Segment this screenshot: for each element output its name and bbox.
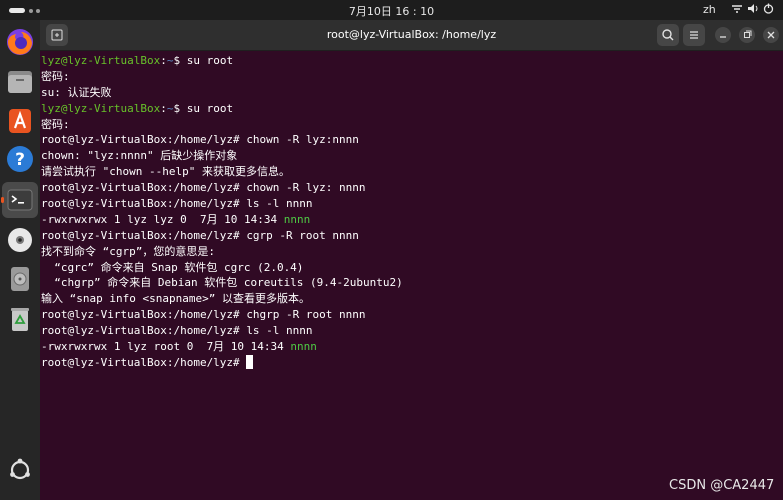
dock: ? — [0, 20, 40, 500]
volume-icon[interactable] — [747, 3, 759, 17]
terminal-line: root@lyz-VirtualBox:/home/lyz# — [41, 354, 403, 371]
command-text: chown -R lyz: nnnn — [246, 181, 366, 195]
terminal-line: 请尝试执行 "chown --help" 来获取更多信息。 — [41, 165, 290, 179]
ls-output: -rwxrwxrwx 1 lyz lyz 0 7月 10 14:34 — [41, 212, 284, 226]
clock[interactable]: 7月10日 16 : 10 — [0, 3, 783, 19]
show-apps-icon[interactable] — [4, 454, 36, 486]
restore-icon — [744, 30, 752, 38]
watermark: CSDN @CA2447 — [669, 478, 775, 493]
trash-icon[interactable] — [4, 303, 36, 335]
terminal-line: “cgrc” 命令来自 Snap 软件包 cgrc (2.0.4) — [41, 260, 304, 274]
input-method-indicator[interactable]: zh — [703, 3, 716, 16]
command-text: ls -l nnnn — [246, 324, 313, 338]
terminal-line: root@lyz-VirtualBox:/home/lyz# chown -R … — [41, 132, 403, 148]
command-text: $ su root — [173, 54, 234, 67]
firefox-icon[interactable] — [4, 26, 36, 58]
terminal-line: lyz@lyz-VirtualBox:~$ su root — [41, 101, 234, 115]
terminal-icon[interactable] — [4, 184, 36, 216]
terminal-line: -rwxrwxrwx 1 lyz lyz 0 7月 10 14:34 nnnn — [41, 212, 403, 228]
command-text: chown -R lyz:nnnn — [246, 133, 359, 147]
command-text: ls -l nnnn — [246, 197, 313, 211]
terminal-line: 密码: — [41, 117, 70, 131]
hamburger-icon — [690, 31, 698, 39]
user-host: lyz@lyz-VirtualBox — [41, 54, 161, 67]
minimize-button[interactable] — [715, 27, 731, 43]
text-cursor — [246, 354, 254, 369]
terminal-line: root@lyz-VirtualBox:/home/lyz# chown -R … — [41, 180, 403, 196]
terminal-line: chown: "lyz:nnnn" 后缺少操作对象 — [41, 149, 238, 163]
root-prompt: root@lyz-VirtualBox:/home/lyz# — [41, 181, 247, 195]
svg-text:?: ? — [15, 150, 25, 170]
terminal-window: root@lyz-VirtualBox: /home/lyz lyz@lyz-V… — [40, 20, 783, 500]
terminal-line: root@lyz-VirtualBox:/home/lyz# cgrp -R r… — [41, 228, 403, 244]
command-text: $ su root — [173, 101, 234, 115]
terminal-line: lyz@lyz-VirtualBox:~$ su root — [41, 54, 234, 67]
network-icon[interactable] — [731, 3, 743, 17]
root-prompt: root@lyz-VirtualBox:/home/lyz# — [41, 324, 247, 338]
root-prompt: root@lyz-VirtualBox:/home/lyz# — [41, 228, 247, 242]
search-icon — [662, 29, 674, 41]
user-host: lyz@lyz-VirtualBox — [41, 101, 161, 115]
terminal-line: “chgrp” 命令来自 Debian 软件包 coreutils (9.4-2… — [41, 276, 403, 290]
close-icon — [767, 31, 775, 39]
disc-icon[interactable] — [4, 224, 36, 256]
root-prompt: root@lyz-VirtualBox:/home/lyz# — [41, 197, 247, 211]
file-name: nnnn — [283, 212, 311, 226]
terminal-line: root@lyz-VirtualBox:/home/lyz# ls -l nnn… — [41, 196, 403, 212]
drive-icon[interactable] — [4, 263, 36, 295]
search-button[interactable] — [657, 24, 679, 46]
terminal-line: root@lyz-VirtualBox:/home/lyz# chgrp -R … — [41, 307, 403, 323]
power-icon[interactable] — [763, 3, 774, 17]
help-icon[interactable]: ? — [4, 143, 36, 175]
root-prompt: root@lyz-VirtualBox:/home/lyz# — [41, 133, 247, 147]
command-text: cgrp -R root nnnn — [246, 228, 359, 242]
terminal-line: 输入 “snap info <snapname>” 以查看更多版本。 — [41, 292, 310, 306]
terminal-line: 密码: — [41, 69, 70, 83]
terminal-line: -rwxrwxrwx 1 lyz root 0 7月 10 14:34 nnnn — [41, 339, 403, 355]
top-bar: 7月10日 16 : 10 zh — [0, 0, 783, 20]
terminal-line: 找不到命令 “cgrp”，您的意思是: — [41, 244, 215, 258]
header-bar[interactable]: root@lyz-VirtualBox: /home/lyz — [40, 20, 783, 51]
root-prompt: root@lyz-VirtualBox:/home/lyz# — [41, 308, 247, 322]
close-button[interactable] — [763, 27, 779, 43]
files-icon[interactable] — [4, 65, 36, 97]
root-prompt: root@lyz-VirtualBox:/home/lyz# — [41, 355, 247, 369]
command-text: chgrp -R root nnnn — [246, 308, 366, 322]
minimize-icon — [720, 36, 726, 38]
terminal-line: su: 认证失败 — [41, 85, 112, 99]
maximize-button[interactable] — [739, 27, 755, 43]
menu-button[interactable] — [683, 24, 705, 46]
app-center-icon[interactable] — [4, 104, 36, 136]
ls-output: -rwxrwxrwx 1 lyz root 0 7月 10 14:34 — [41, 340, 291, 354]
file-name: nnnn — [290, 340, 317, 354]
terminal-line: root@lyz-VirtualBox:/home/lyz# ls -l nnn… — [41, 323, 403, 339]
terminal-output[interactable]: lyz@lyz-VirtualBox:~$ su root 密码: su: 认证… — [40, 51, 783, 500]
